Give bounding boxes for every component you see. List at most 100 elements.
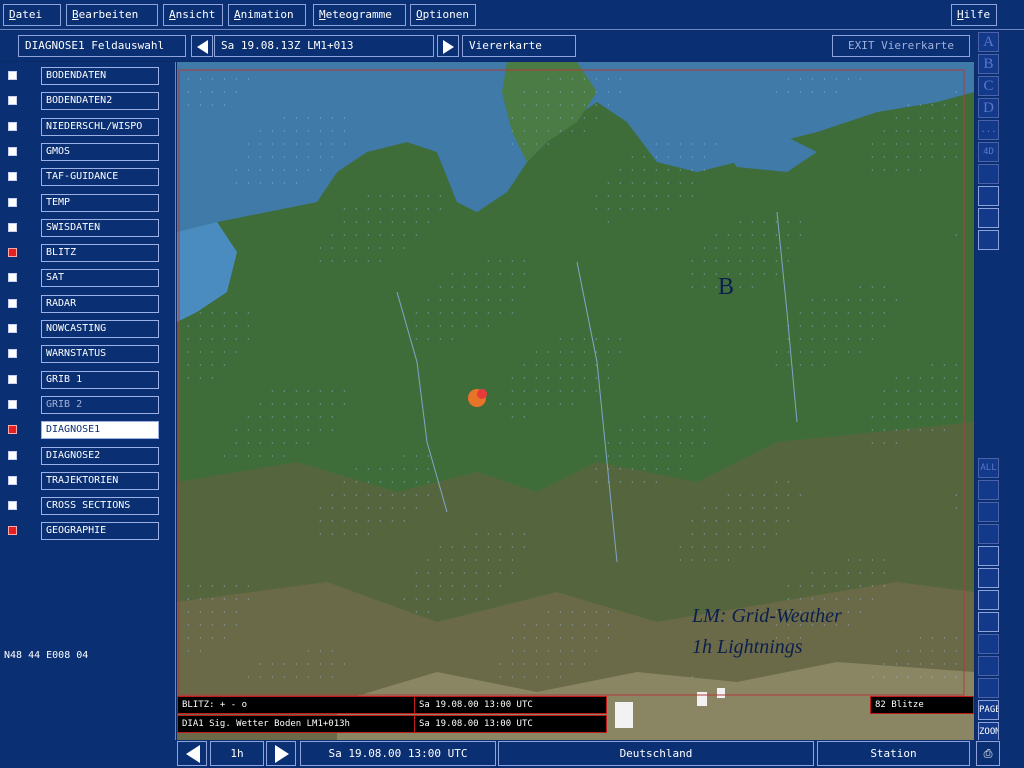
layer-checkbox[interactable] [8, 71, 17, 80]
next-time-button[interactable] [437, 35, 459, 57]
menu-optionen[interactable]: Optionen [410, 4, 476, 26]
svg-text:·: · [703, 153, 706, 162]
tool-button[interactable] [978, 208, 999, 228]
layer-checkbox[interactable] [8, 273, 17, 283]
step-back-button[interactable] [177, 741, 207, 766]
svg-text:·: · [295, 127, 298, 136]
tool-button[interactable]: ... [978, 120, 999, 140]
menu-ansicht[interactable]: Ansicht [163, 4, 223, 26]
svg-text:·: · [271, 140, 274, 149]
tool-button[interactable] [978, 546, 999, 566]
tool-button[interactable] [978, 568, 999, 588]
layer-checkbox[interactable] [8, 172, 17, 182]
layer-button[interactable]: NOWCASTING [41, 320, 159, 338]
layer-button[interactable]: SWISDATEN [41, 218, 159, 237]
tool-button[interactable] [978, 230, 999, 250]
layer-button[interactable]: GEOGRAPHIE [41, 522, 159, 541]
svg-text:·: · [499, 543, 502, 552]
svg-text:·: · [427, 556, 430, 565]
svg-text:·: · [511, 660, 514, 669]
layer-checkbox[interactable] [8, 324, 17, 333]
four-map-view-button[interactable]: Viererkarte [462, 35, 576, 57]
layer-button[interactable]: SAT [41, 269, 159, 288]
layer-checkbox[interactable] [8, 197, 17, 207]
svg-text:·: · [331, 504, 334, 513]
svg-text:·: · [475, 582, 478, 591]
layer-checkbox[interactable] [8, 146, 17, 156]
tool-button[interactable] [978, 186, 999, 206]
menu-meteogramme[interactable]: Meteogramme [313, 4, 406, 26]
layer-button[interactable]: GRIB 2 [41, 395, 159, 414]
layer-checkbox[interactable] [8, 298, 17, 308]
tool-button[interactable] [978, 480, 999, 500]
layer-checkbox[interactable] [8, 96, 17, 106]
layer-button[interactable]: BODENDATEN [41, 67, 159, 85]
layer-button[interactable]: TAF-GUIDANCE [41, 168, 159, 187]
tool-button[interactable]: ALL [978, 458, 999, 478]
tool-button[interactable] [978, 524, 999, 544]
layer-checkbox[interactable] [8, 475, 17, 485]
layer-checkbox[interactable] [8, 374, 17, 384]
layer-button[interactable]: BODENDATEN2 [41, 92, 159, 111]
layer-button[interactable]: DIAGNOSE1 [41, 421, 159, 440]
layer-checkbox[interactable] [8, 425, 17, 435]
layer-checkbox[interactable] [8, 450, 17, 460]
layer-checkbox[interactable] [8, 526, 17, 536]
menu-datei[interactable]: Datei [3, 4, 61, 26]
layer-checkbox[interactable] [8, 349, 17, 359]
overlay-letter-button[interactable]: C [978, 76, 999, 96]
menu-animation[interactable]: Animation [228, 4, 306, 26]
svg-text:·: · [523, 127, 526, 136]
tool-button[interactable]: PAGE [978, 700, 999, 720]
svg-text:·: · [415, 595, 418, 604]
svg-text:·: · [271, 127, 274, 136]
layer-button[interactable]: BLITZ [41, 244, 159, 263]
layer-button[interactable]: DIAGNOSE2 [41, 446, 159, 465]
station-button[interactable]: Station [817, 741, 970, 766]
overlay-letter-button[interactable]: A [978, 32, 999, 52]
layer-checkbox[interactable] [8, 501, 17, 511]
tool-button[interactable]: ZOOM [978, 722, 999, 742]
svg-text:·: · [643, 426, 646, 435]
overlay-letter-button[interactable]: B [978, 54, 999, 74]
svg-text:·: · [715, 504, 718, 513]
menu-hilfe[interactable]: Hilfe [951, 4, 997, 26]
layer-button[interactable]: CROSS SECTIONS [41, 497, 159, 516]
region-selector[interactable]: Deutschland [498, 741, 814, 766]
layer-button[interactable]: TRAJEKTORIEN [41, 471, 159, 490]
tool-button[interactable]: 4D [978, 142, 999, 162]
svg-text:·: · [283, 439, 286, 448]
step-forward-button[interactable] [266, 741, 296, 766]
menu-bearbeiten[interactable]: Bearbeiten [66, 4, 158, 26]
weather-map[interactable]: · · · · · · · · · · · · · · · · · · · · · · · · · · · · · · · · · · · · · · · ·… [177, 62, 974, 740]
svg-text:·: · [211, 634, 214, 643]
tool-button[interactable] [978, 634, 999, 654]
layer-button[interactable]: GMOS [41, 142, 159, 161]
layer-checkbox[interactable] [8, 399, 17, 409]
layer-checkbox[interactable] [8, 248, 17, 258]
exit-four-map-button[interactable]: EXIT Viererkarte [832, 35, 970, 57]
time-step[interactable]: 1h [210, 741, 264, 766]
svg-text:·: · [451, 270, 454, 279]
svg-text:·: · [247, 140, 250, 149]
tool-button[interactable] [978, 656, 999, 676]
svg-text:·: · [403, 205, 406, 214]
svg-text:·: · [919, 647, 922, 656]
tool-button[interactable] [978, 502, 999, 522]
tool-button[interactable] [978, 590, 999, 610]
tool-button[interactable] [978, 678, 999, 698]
arrow-right-icon [443, 40, 454, 54]
layer-checkbox[interactable] [8, 121, 17, 131]
layer-button[interactable]: GRIB 1 [41, 370, 159, 389]
print-icon[interactable]: ⎙ [976, 741, 1000, 766]
overlay-letter-button[interactable]: D [978, 98, 999, 118]
svg-text:·: · [823, 309, 826, 318]
layer-button[interactable]: RADAR [41, 294, 159, 313]
layer-button[interactable]: NIEDERSCHL/WISPO [41, 117, 159, 136]
layer-checkbox[interactable] [8, 222, 17, 232]
layer-button[interactable]: TEMP [41, 193, 159, 212]
tool-button[interactable] [978, 164, 999, 184]
tool-button[interactable] [978, 612, 999, 632]
prev-time-button[interactable] [191, 35, 213, 57]
layer-button[interactable]: WARNSTATUS [41, 345, 159, 364]
